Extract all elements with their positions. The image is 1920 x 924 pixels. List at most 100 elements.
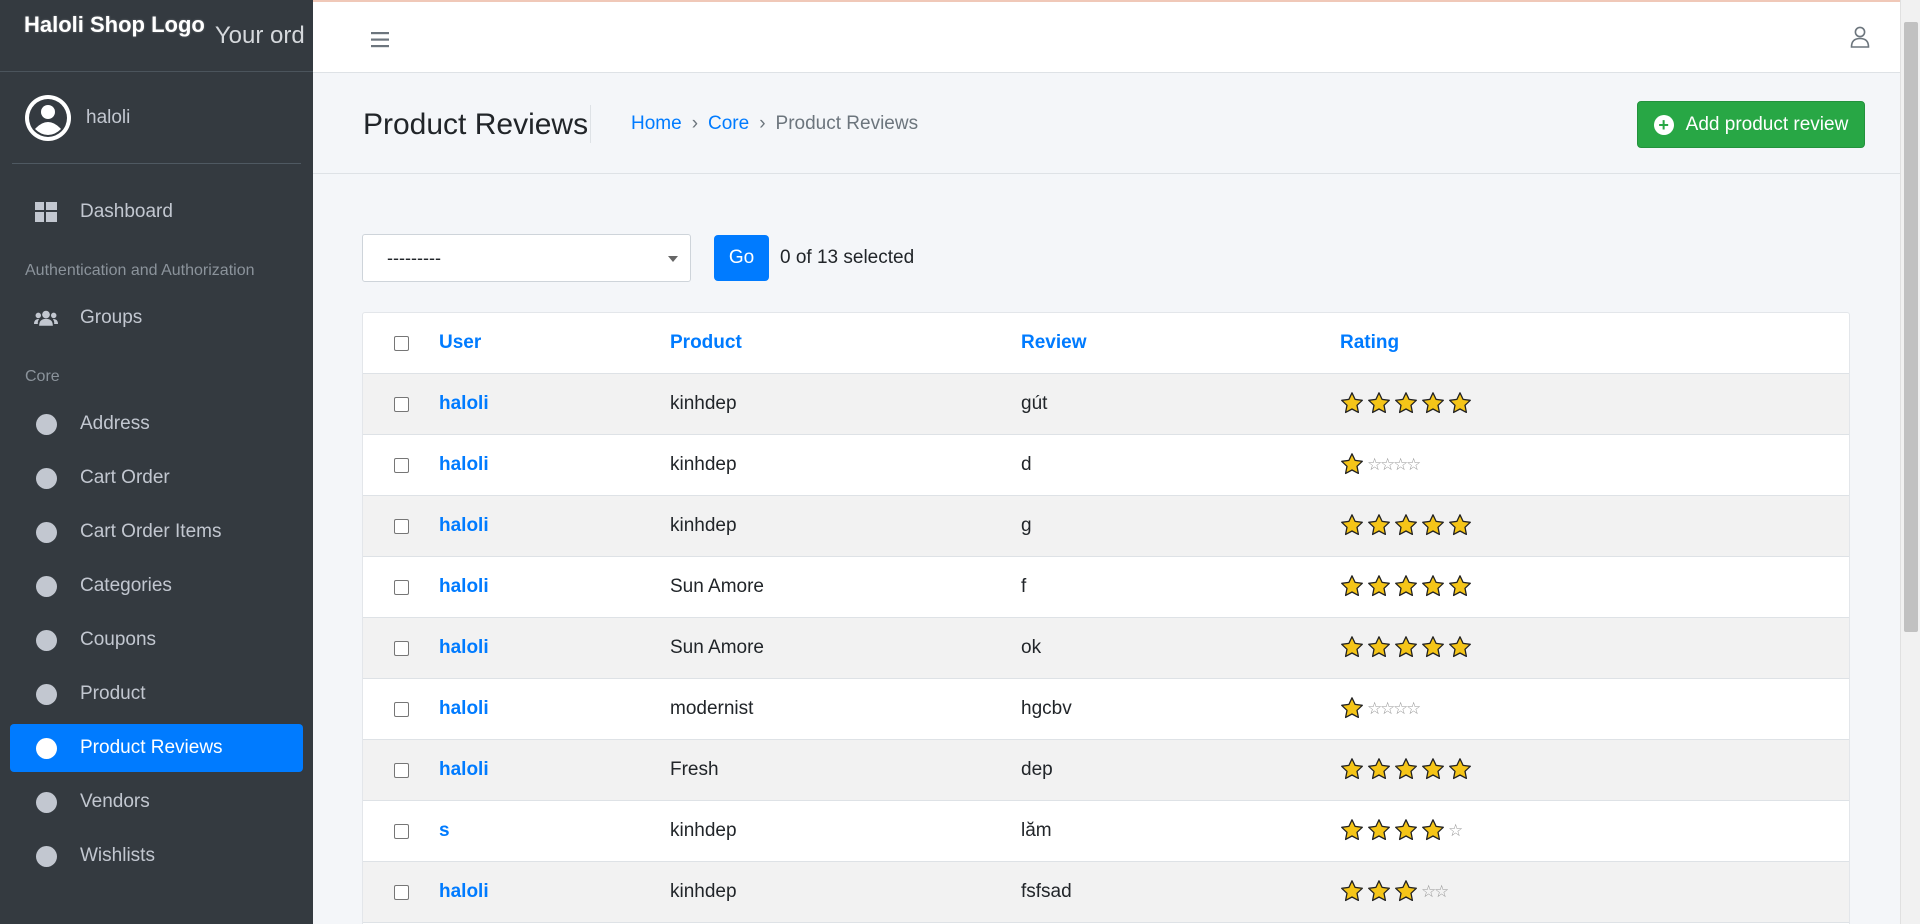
content-header: Product Reviews Home › Core › Product Re… (313, 73, 1900, 174)
user-link[interactable]: haloli (439, 698, 489, 719)
star-filled-icon (1421, 757, 1448, 783)
table-row: haloli kinhdep g (363, 496, 1849, 557)
page-title: Product Reviews (363, 108, 589, 141)
reviews-table: User Product Review Rating haloli kinhdep… (362, 312, 1850, 924)
breadcrumb-separator: › (759, 113, 766, 134)
star-empty-icon: ☆ (1406, 699, 1422, 718)
row-checkbox[interactable] (393, 457, 409, 473)
sidebar-item-coupons[interactable]: Coupons (10, 616, 303, 664)
column-header-review[interactable]: Review (1021, 332, 1340, 354)
star-empty-icon: ☆ (1367, 455, 1383, 474)
row-checkbox[interactable] (393, 884, 409, 900)
sidebar-item-product[interactable]: Product (10, 670, 303, 718)
user-name[interactable]: haloli (86, 107, 130, 129)
star-empty-icon: ☆ (1380, 699, 1396, 718)
star-empty-icon: ☆ (1393, 699, 1409, 718)
star-filled-icon (1421, 391, 1448, 417)
star-filled-icon (1448, 635, 1475, 661)
menu-toggle-icon[interactable] (371, 28, 391, 54)
star-filled-icon (1394, 757, 1421, 783)
star-filled-icon (1394, 391, 1421, 417)
star-empty-icon: ☆ (1393, 455, 1409, 474)
star-filled-icon (1367, 635, 1394, 661)
user-link[interactable]: haloli (439, 759, 489, 780)
rating-cell: ☆ ☆ ☆ ☆ (1340, 696, 1640, 722)
star-filled-icon (1367, 757, 1394, 783)
scrollbar-thumb[interactable] (1904, 22, 1918, 632)
sidebar-item-vendors[interactable]: Vendors (10, 778, 303, 826)
sidebar-item-groups[interactable]: Groups (10, 294, 303, 342)
sidebar-item-label: Product (80, 683, 146, 704)
rating-cell: ☆ (1340, 818, 1640, 844)
table-row: haloli kinhdep gút (363, 374, 1849, 435)
sidebar-item-label: Groups (80, 307, 143, 328)
rating-cell (1340, 391, 1640, 417)
user-link[interactable]: haloli (439, 515, 489, 536)
row-checkbox[interactable] (393, 762, 409, 778)
action-select[interactable]: --------- (362, 234, 691, 282)
column-header-user[interactable]: User (439, 332, 670, 354)
sidebar-item-wishlists[interactable]: Wishlists (10, 832, 303, 880)
go-button[interactable]: Go (714, 235, 769, 281)
sidebar-item-address[interactable]: Address (10, 400, 303, 448)
user-link[interactable]: haloli (439, 576, 489, 597)
review-cell: lăm (1021, 820, 1052, 841)
sidebar-item-cart-order[interactable]: Cart Order (10, 454, 303, 502)
breadcrumb-core[interactable]: Core (708, 113, 749, 135)
circle-icon (34, 629, 58, 651)
star-filled-icon (1340, 757, 1367, 783)
user-link[interactable]: haloli (439, 454, 489, 475)
user-panel[interactable]: haloli (12, 72, 301, 164)
row-checkbox[interactable] (393, 640, 409, 656)
row-checkbox[interactable] (393, 579, 409, 595)
sidebar-item-label: Coupons (80, 629, 157, 650)
column-header-rating[interactable]: Rating (1340, 332, 1640, 354)
table-row: haloli Fresh dep (363, 740, 1849, 801)
star-filled-icon (1394, 574, 1421, 600)
plus-circle-icon: + (1653, 114, 1674, 135)
dashboard-icon (34, 202, 58, 222)
sidebar-item-label: Product Reviews (80, 737, 223, 758)
star-filled-icon (1340, 452, 1367, 478)
user-link[interactable]: s (439, 820, 450, 841)
sidebar-item-dashboard[interactable]: Dashboard (10, 188, 303, 236)
product-cell: Fresh (670, 759, 719, 780)
breadcrumb-home[interactable]: Home (631, 113, 682, 135)
select-all-checkbox[interactable] (393, 335, 409, 351)
product-cell: kinhdep (670, 820, 737, 841)
star-filled-icon (1367, 818, 1394, 844)
review-cell: fsfsad (1021, 881, 1072, 902)
row-checkbox[interactable] (393, 396, 409, 412)
user-menu-icon[interactable] (1850, 26, 1870, 53)
sidebar-item-product-reviews[interactable]: Product Reviews (10, 724, 303, 772)
row-checkbox[interactable] (393, 518, 409, 534)
star-empty-icon: ☆ (1406, 455, 1422, 474)
user-link[interactable]: haloli (439, 393, 489, 414)
row-checkbox[interactable] (393, 701, 409, 717)
star-empty-icon: ☆ (1421, 882, 1437, 901)
user-link[interactable]: haloli (439, 637, 489, 658)
table-row: haloli kinhdep fsfsad ☆ ☆ (363, 862, 1849, 923)
circle-icon (34, 791, 58, 813)
user-link[interactable]: haloli (439, 881, 489, 902)
column-header-product[interactable]: Product (670, 332, 1021, 354)
sidebar-item-cart-order-items[interactable]: Cart Order Items (10, 508, 303, 556)
star-filled-icon (1367, 513, 1394, 539)
star-filled-icon (1448, 574, 1475, 600)
brand-link[interactable]: Haloli Shop Logo Your ord (0, 0, 313, 72)
rating-cell (1340, 757, 1640, 783)
breadcrumb-separator: › (691, 113, 699, 134)
top-navbar (313, 0, 1900, 73)
table-row: s kinhdep lăm ☆ (363, 801, 1849, 862)
add-product-review-button[interactable]: + Add product review (1637, 101, 1865, 148)
title-divider (590, 105, 591, 143)
star-filled-icon (1340, 879, 1367, 905)
star-filled-icon (1421, 818, 1448, 844)
table-row: haloli Sun Amore ok (363, 618, 1849, 679)
nav-header-core: Core (25, 368, 60, 385)
product-cell: kinhdep (670, 881, 737, 902)
bulk-actions: --------- Go 0 of 13 selected (362, 234, 914, 282)
sidebar-item-categories[interactable]: Categories (10, 562, 303, 610)
row-checkbox[interactable] (393, 823, 409, 839)
page-scrollbar[interactable] (1900, 0, 1920, 924)
